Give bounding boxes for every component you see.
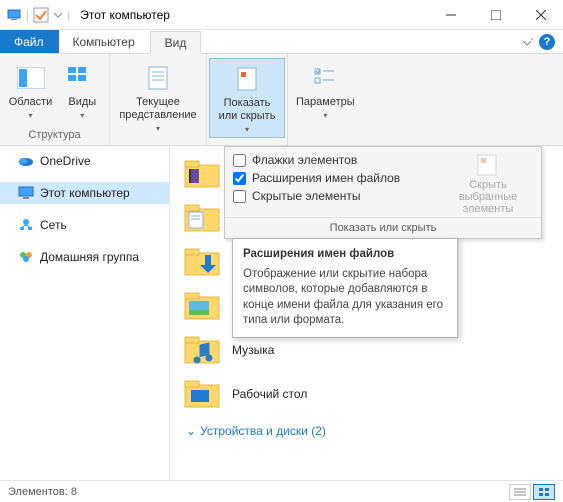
- hide-selected-button: Скрыть выбранные элементы: [443, 153, 533, 215]
- current-view-label: Текущее представление: [119, 96, 196, 122]
- chevron-down-icon: ⌄: [186, 424, 196, 438]
- thispc-icon: [6, 7, 22, 23]
- chevron-down-icon: ▾: [323, 111, 327, 121]
- showhide-label: Показать или скрыть: [219, 97, 276, 123]
- hide-selected-label: Скрыть выбранные элементы: [443, 179, 533, 215]
- properties-check-icon[interactable]: [33, 7, 49, 23]
- hide-selected-icon: [474, 153, 502, 177]
- folder-downloads-icon: [182, 246, 222, 278]
- ribbon-group-params: Параметры ▾: [288, 54, 363, 145]
- folder-pictures-icon: [182, 290, 222, 322]
- chevron-down-icon: ▾: [156, 124, 160, 134]
- nav-thispc[interactable]: Этот компьютер: [0, 182, 169, 204]
- checkbox-flags-label: Флажки элементов: [252, 153, 357, 167]
- chevron-down-icon: ▾: [245, 125, 249, 135]
- collapse-ribbon-icon[interactable]: [521, 36, 533, 48]
- nav-homegroup-label: Домашняя группа: [40, 250, 139, 264]
- list-item-desktop[interactable]: Рабочий стол: [182, 372, 563, 416]
- section-devices-drives[interactable]: ⌄ Устройства и диски (2): [182, 416, 563, 442]
- section-devices-label: Устройства и диски (2): [200, 424, 326, 438]
- status-bar: Элементов: 8: [0, 480, 563, 502]
- current-view-button[interactable]: Текущее представление ▾: [112, 58, 204, 136]
- title-bar: | | Этот компьютер: [0, 0, 563, 30]
- checkbox-ext-input[interactable]: [233, 172, 246, 185]
- views-label: Виды: [68, 96, 96, 109]
- nav-network[interactable]: Сеть: [0, 214, 169, 236]
- tab-view[interactable]: Вид: [150, 31, 202, 54]
- nav-network-label: Сеть: [40, 218, 67, 232]
- qat-separator-2: |: [67, 8, 70, 22]
- minimize-button[interactable]: [428, 0, 473, 30]
- ribbon-tab-row: Файл Компьютер Вид ?: [0, 30, 563, 54]
- view-details-button[interactable]: [509, 484, 531, 500]
- group-label-structure: Структура: [2, 127, 107, 145]
- folder-documents-icon: [182, 202, 222, 234]
- chevron-down-icon: ▾: [80, 111, 84, 121]
- checkbox-ext-label: Расширения имен файлов: [252, 171, 400, 185]
- group-label-empty3: [290, 127, 361, 145]
- window-title: Этот компьютер: [76, 8, 428, 22]
- qat-separator: |: [26, 8, 29, 22]
- item-music-label: Музыка: [232, 343, 274, 357]
- view-largeicons-button[interactable]: [533, 484, 555, 500]
- tab-file[interactable]: Файл: [0, 30, 59, 53]
- chevron-down-icon: ▾: [28, 111, 32, 121]
- thispc-icon: [18, 185, 34, 201]
- checkbox-hidden-items[interactable]: Скрытые элементы: [233, 189, 433, 203]
- maximize-button[interactable]: [473, 0, 518, 30]
- navigation-pane[interactable]: OneDrive Этот компьютер Сеть Домашняя гр…: [0, 146, 170, 480]
- onedrive-icon: [18, 153, 34, 169]
- showhide-button[interactable]: Показать или скрыть ▾: [209, 58, 285, 138]
- checkbox-item-flags[interactable]: Флажки элементов: [233, 153, 433, 167]
- showhide-icon: [231, 63, 263, 95]
- panes-icon: [15, 62, 47, 94]
- item-desktop-label: Рабочий стол: [232, 387, 307, 401]
- qat-dropdown-icon[interactable]: [53, 7, 63, 23]
- homegroup-icon: [18, 249, 34, 265]
- tooltip-file-extensions: Расширения имен файлов Отображение или с…: [232, 238, 458, 338]
- views-button[interactable]: Виды ▾: [58, 58, 106, 123]
- ribbon-group-panes-layout: Области ▾ Виды ▾ Структура: [0, 54, 110, 145]
- showhide-dropdown-panel: Флажки элементов Расширения имен файлов …: [224, 146, 542, 239]
- checkbox-hidden-input[interactable]: [233, 190, 246, 203]
- nav-thispc-label: Этот компьютер: [40, 186, 130, 200]
- tab-computer[interactable]: Компьютер: [59, 30, 150, 53]
- ribbon-group-current: Текущее представление ▾: [110, 54, 207, 145]
- checkbox-flags-input[interactable]: [233, 154, 246, 167]
- views-icon: [66, 62, 98, 94]
- window-controls: [428, 0, 563, 30]
- document-lines-icon: [142, 62, 174, 94]
- status-item-count: Элементов: 8: [8, 486, 77, 498]
- showhide-panel-footer: Показать или скрыть: [225, 217, 541, 238]
- network-icon: [18, 217, 34, 233]
- folder-desktop-icon: [182, 378, 222, 410]
- panes-label: Области: [9, 96, 53, 109]
- options-checklist-icon: [309, 62, 341, 94]
- nav-onedrive[interactable]: OneDrive: [0, 150, 169, 172]
- checkbox-file-extensions[interactable]: Расширения имен файлов: [233, 171, 433, 185]
- tabs-right-area: ?: [521, 30, 563, 53]
- parameters-button[interactable]: Параметры ▾: [290, 58, 361, 123]
- tooltip-title: Расширения имен файлов: [243, 247, 447, 263]
- folder-music-icon: [182, 334, 222, 366]
- nav-onedrive-label: OneDrive: [40, 154, 91, 168]
- close-button[interactable]: [518, 0, 563, 30]
- tooltip-body: Отображение или скрытие набора символов,…: [243, 267, 447, 329]
- help-icon[interactable]: ?: [539, 34, 555, 50]
- nav-homegroup[interactable]: Домашняя группа: [0, 246, 169, 268]
- folder-videos-icon: [182, 158, 222, 190]
- parameters-label: Параметры: [296, 96, 355, 109]
- panes-button[interactable]: Области ▾: [3, 58, 59, 123]
- checkbox-hidden-label: Скрытые элементы: [252, 189, 361, 203]
- ribbon-group-showhide: Показать или скрыть ▾: [207, 54, 288, 145]
- quick-access-toolbar: | |: [0, 7, 76, 23]
- ribbon: Области ▾ Виды ▾ Структура Текущее предс…: [0, 54, 563, 146]
